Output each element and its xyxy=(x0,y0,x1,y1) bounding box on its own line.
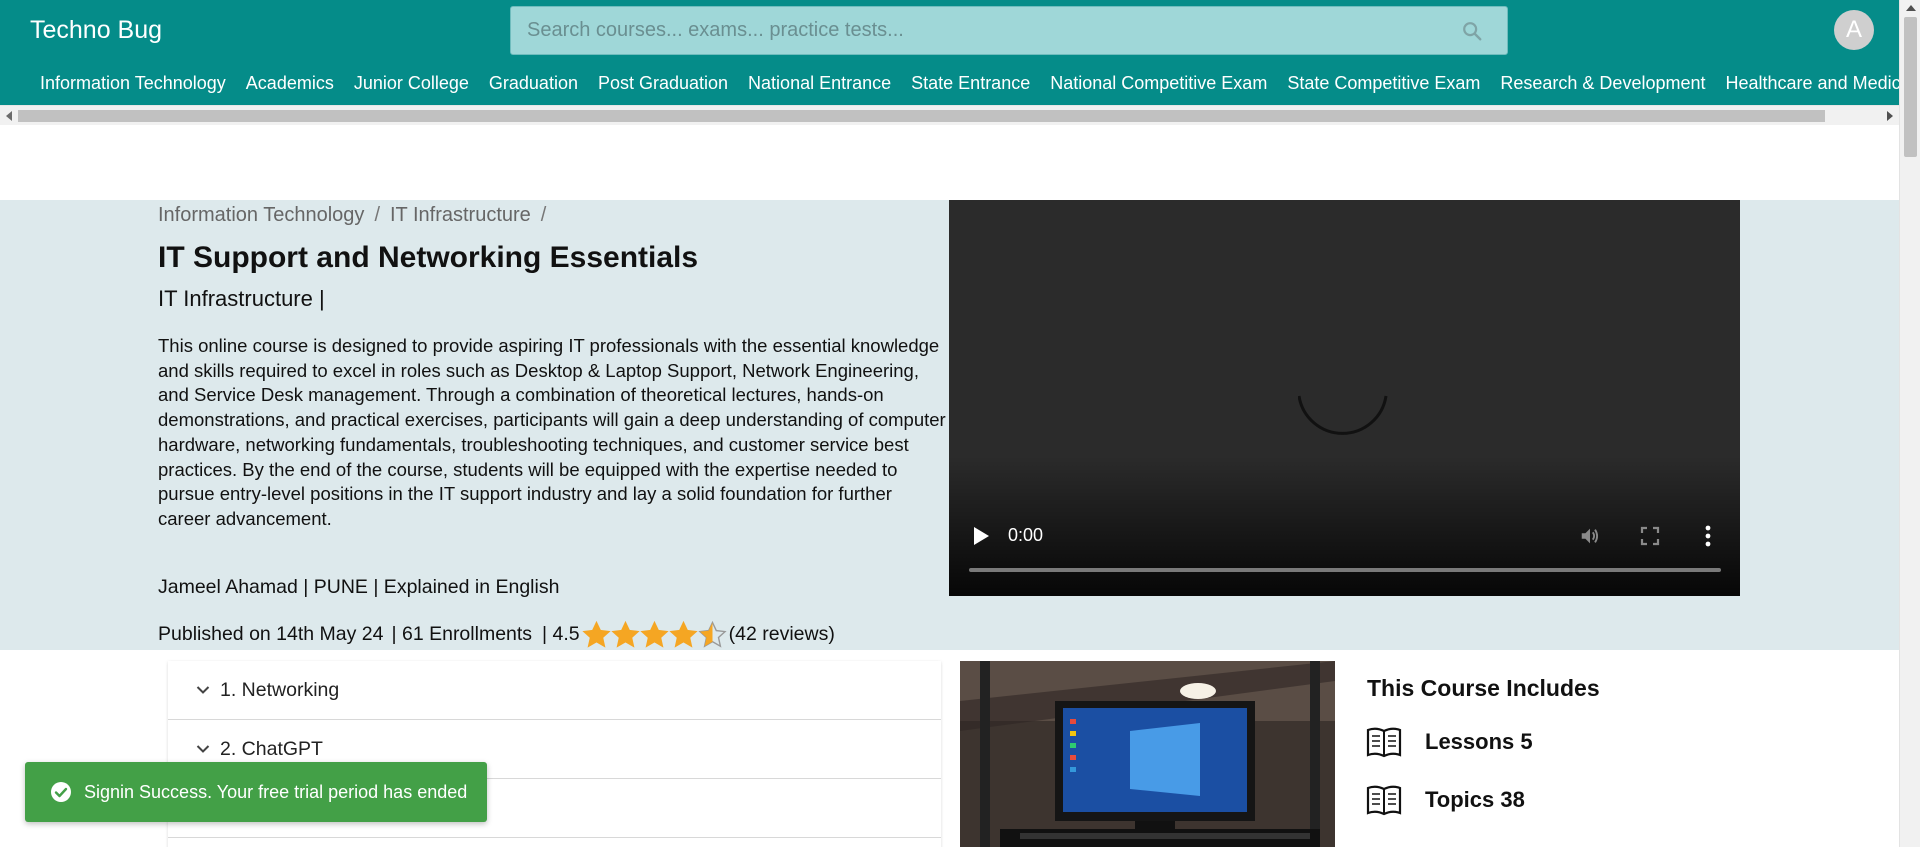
chevron-down-icon xyxy=(196,745,210,753)
category-nav-item[interactable]: Information Technology xyxy=(30,61,236,105)
star-icon xyxy=(582,621,611,648)
breadcrumb: Information Technology / IT Infrastructu… xyxy=(158,204,546,227)
scrollbar-thumb[interactable] xyxy=(18,110,1825,122)
category-nav-item[interactable]: Research & Development xyxy=(1490,61,1715,105)
includes-item-label: Lessons 5 xyxy=(1425,729,1533,754)
course-stats: Published on 14th May 24 | 61 Enrollment… xyxy=(158,621,835,648)
book-icon xyxy=(1366,727,1402,758)
course-meta: Jameel Ahamad | PUNE | Explained in Engl… xyxy=(158,576,560,598)
enrollments-count: | 61 Enrollments xyxy=(391,623,533,645)
reviews-count[interactable]: (42 reviews) xyxy=(729,623,835,646)
lesson-label: 2. ChatGPT xyxy=(220,737,323,760)
scroll-up-arrow-icon[interactable] xyxy=(1906,5,1916,11)
star-icon xyxy=(640,621,669,648)
course-title: IT Support and Networking Essentials xyxy=(158,241,699,274)
category-nav-item[interactable]: National Entrance xyxy=(738,61,901,105)
star-icon xyxy=(669,621,698,648)
category-nav-item[interactable]: Healthcare and Medicine xyxy=(1716,61,1900,105)
book-icon xyxy=(1366,785,1402,816)
category-nav-item[interactable]: Graduation xyxy=(479,61,588,105)
star-icon xyxy=(698,621,727,648)
video-controls-shade xyxy=(949,456,1740,596)
scroll-left-arrow-icon[interactable] xyxy=(6,111,12,121)
fullscreen-icon[interactable] xyxy=(1640,526,1660,546)
top-app-bar: Techno Bug A xyxy=(0,0,1899,61)
toast-message: Signin Success. Your free trial period h… xyxy=(84,781,468,802)
category-nav-item[interactable]: State Entrance xyxy=(901,61,1040,105)
includes-title: This Course Includes xyxy=(1367,675,1600,701)
signin-toast[interactable]: Signin Success. Your free trial period h… xyxy=(25,762,487,822)
includes-item: Topics 38 xyxy=(1365,783,1525,817)
page-scrollbar[interactable] xyxy=(1899,0,1920,847)
chevron-down-icon xyxy=(196,686,210,694)
breadcrumb-link[interactable]: Information Technology xyxy=(158,204,364,227)
category-nav-item[interactable]: Junior College xyxy=(344,61,479,105)
loading-spinner-icon xyxy=(1298,395,1388,435)
monitor-photo-illustration xyxy=(960,661,1335,847)
star-icon xyxy=(611,621,640,648)
course-description: This online course is designed to provid… xyxy=(158,335,946,529)
lesson-item[interactable]: 1. Networking xyxy=(168,661,941,720)
star-rating xyxy=(582,621,727,648)
category-nav-item[interactable]: State Competitive Exam xyxy=(1277,61,1490,105)
video-time: 0:00 xyxy=(1008,525,1044,545)
search-input[interactable] xyxy=(527,7,1427,54)
category-nav-item[interactable]: National Competitive Exam xyxy=(1040,61,1277,105)
lesson-label: 1. Networking xyxy=(220,678,340,701)
breadcrumb-separator: / xyxy=(374,204,380,226)
video-progress-bar[interactable] xyxy=(969,568,1721,572)
category-nav-item[interactable]: Post Graduation xyxy=(588,61,738,105)
play-icon[interactable] xyxy=(972,526,990,546)
rating-value: | 4.5 xyxy=(542,623,580,645)
category-nav-item[interactable]: Academics xyxy=(236,61,344,105)
search-box[interactable] xyxy=(510,6,1508,55)
video-player[interactable]: 0:00 xyxy=(949,200,1740,596)
search-icon[interactable] xyxy=(1461,20,1483,42)
course-subtitle: IT Infrastructure | xyxy=(158,286,325,311)
course-thumbnail-image xyxy=(960,661,1335,847)
breadcrumb-separator: / xyxy=(540,204,547,226)
breadcrumb-link[interactable]: IT Infrastructure xyxy=(390,204,531,227)
page-scrollbar-thumb[interactable] xyxy=(1904,17,1917,157)
includes-item-label: Topics 38 xyxy=(1425,787,1525,812)
includes-item: Lessons 5 xyxy=(1365,725,1533,759)
category-nav: Information Technology Academics Junior … xyxy=(0,61,1899,105)
volume-icon[interactable] xyxy=(1579,525,1601,547)
avatar[interactable]: A xyxy=(1834,10,1874,50)
more-options-icon[interactable] xyxy=(1705,525,1711,547)
published-date: Published on 14th May 24 xyxy=(158,623,384,645)
brand-logo-text[interactable]: Techno Bug xyxy=(30,16,162,45)
category-nav-scrollbar[interactable] xyxy=(0,105,1899,125)
scroll-right-arrow-icon[interactable] xyxy=(1887,111,1893,121)
check-circle-icon xyxy=(51,782,71,802)
